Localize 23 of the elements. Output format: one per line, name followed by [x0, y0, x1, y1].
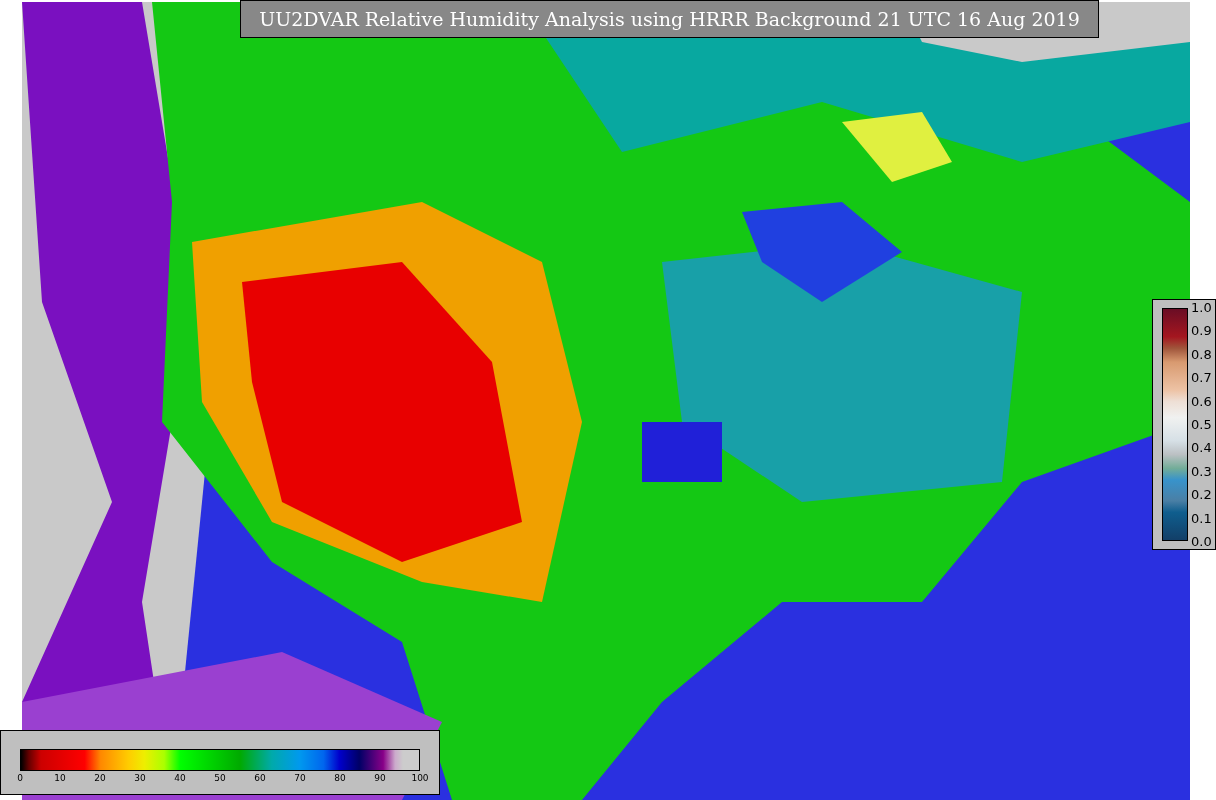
tick-label: 80: [334, 773, 346, 783]
tick-label: 10: [54, 773, 66, 783]
tick-label: 0.9: [1191, 323, 1212, 339]
tick-label: 20: [94, 773, 106, 783]
tick-label: 0.4: [1191, 440, 1212, 456]
tick-label: 0.1: [1191, 510, 1212, 526]
tick-label: 30: [134, 773, 146, 783]
tick-label: 100: [411, 773, 429, 783]
tick-label: 0.2: [1191, 487, 1212, 503]
tick-label: 50: [214, 773, 226, 783]
tick-label: 0.7: [1191, 370, 1212, 386]
tick-label: 60: [254, 773, 266, 783]
tick-label: 70: [294, 773, 306, 783]
tick-label: 0.3: [1191, 463, 1212, 479]
tick-label: 90: [374, 773, 386, 783]
tick-label: 0.8: [1191, 346, 1212, 362]
tick-label: 0.0: [1191, 533, 1212, 549]
tick-label: 0: [17, 773, 23, 783]
tick-label: 0.6: [1191, 393, 1212, 409]
tick-label: 0.5: [1191, 416, 1212, 432]
map-title: UU2DVAR Relative Humidity Analysis using HRRR Background 21 UTC 16 Aug 2019: [240, 0, 1099, 38]
tick-label: 1.0: [1191, 300, 1212, 315]
tick-label: 40: [174, 773, 186, 783]
